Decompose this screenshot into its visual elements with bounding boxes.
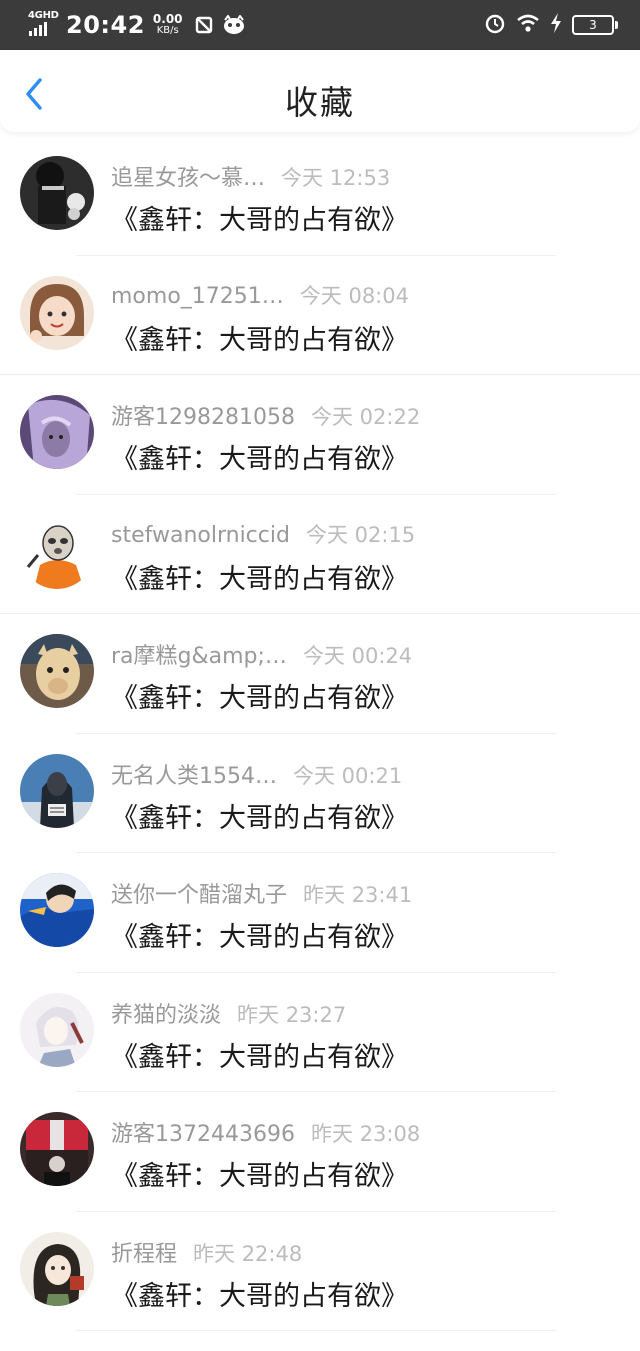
favorite-time: 今天 12:53 bbox=[281, 166, 391, 190]
user-name: 养猫的淡淡 bbox=[111, 1002, 222, 1028]
favorite-time: 昨天 23:08 bbox=[310, 1122, 421, 1146]
favorite-time: 今天 02:15 bbox=[305, 522, 416, 547]
user-name: momo_17251… bbox=[111, 283, 284, 309]
battery-icon: 3 bbox=[572, 15, 618, 35]
list-item[interactable]: 无名人类1554… 今天 00:21 《鑫轩：大哥的占有欲》 bbox=[0, 734, 640, 853]
book-title: 《鑫轩：大哥的占有欲》 bbox=[111, 1280, 408, 1312]
list-item[interactable]: 养猫的淡淡 昨天 23:27 《鑫轩：大哥的占有欲》 bbox=[0, 973, 640, 1092]
network-speed: 0.00 KB/s bbox=[152, 12, 183, 36]
list-item[interactable]: stefwanolrniccid 今天 02:15 《鑫轩：大哥的占有欲》 bbox=[0, 495, 640, 614]
favorite-meta: 折程程 昨天 22:48 bbox=[111, 1236, 302, 1268]
nav-header: 收藏 bbox=[0, 50, 640, 132]
favorite-time: 今天 08:04 bbox=[299, 283, 409, 308]
speed-value: 0.00 bbox=[152, 12, 183, 26]
divider bbox=[76, 1330, 556, 1331]
book-title: 《鑫轩：大哥的占有欲》 bbox=[111, 324, 408, 356]
charging-icon bbox=[550, 13, 562, 37]
avatar[interactable] bbox=[20, 634, 94, 708]
status-time: 20:42 bbox=[66, 11, 145, 39]
book-title: 《鑫轩：大哥的占有欲》 bbox=[111, 1041, 408, 1073]
user-name: ra摩糕g&amp;… bbox=[111, 644, 287, 669]
book-title: 《鑫轩：大哥的占有欲》 bbox=[111, 683, 408, 714]
favorite-meta: ra摩糕g&amp;… 今天 00:24 bbox=[111, 638, 412, 670]
favorite-time: 昨天 23:27 bbox=[237, 1002, 347, 1027]
signal-icon: 4GHD bbox=[28, 10, 59, 40]
status-bar-right: 3 bbox=[484, 10, 618, 40]
avatar[interactable] bbox=[20, 873, 94, 947]
list-item[interactable]: 追星女孩～慕… 今天 12:53 《鑫轩：大哥的占有欲》 bbox=[0, 136, 640, 256]
favorite-time: 今天 02:22 bbox=[310, 405, 421, 429]
user-name: 游客1298281058 bbox=[111, 405, 295, 430]
alarm-icon bbox=[484, 12, 506, 38]
book-title: 《鑫轩：大哥的占有欲》 bbox=[111, 444, 408, 475]
status-bar-left: 4GHD 20:42 0.00 KB/s bbox=[28, 8, 253, 42]
user-name: 追星女孩～慕… bbox=[111, 166, 266, 191]
favorites-list: 追星女孩～慕… 今天 12:53 《鑫轩：大哥的占有欲》 momo_17251…… bbox=[0, 136, 640, 1331]
avatar[interactable] bbox=[20, 1231, 94, 1306]
user-name: stefwanolrniccid bbox=[111, 522, 290, 548]
list-item[interactable]: momo_17251… 今天 08:04 《鑫轩：大哥的占有欲》 bbox=[0, 256, 640, 375]
list-item[interactable]: ra摩糕g&amp;… 今天 00:24 《鑫轩：大哥的占有欲》 bbox=[0, 614, 640, 734]
avatar[interactable] bbox=[20, 514, 94, 589]
user-name: 无名人类1554… bbox=[111, 763, 277, 789]
book-title: 《鑫轩：大哥的占有欲》 bbox=[111, 922, 408, 953]
page-title: 收藏 bbox=[285, 83, 355, 122]
list-item[interactable]: 折程程 昨天 22:48 《鑫轩：大哥的占有欲》 bbox=[0, 1212, 640, 1331]
favorite-time: 今天 00:21 bbox=[293, 763, 403, 788]
no-sim-icon bbox=[193, 14, 215, 36]
speed-unit: KB/s bbox=[156, 25, 179, 36]
avatar[interactable] bbox=[20, 753, 94, 828]
wifi-icon bbox=[516, 13, 540, 37]
favorite-meta: 送你一个醋溜丸子 昨天 23:41 bbox=[111, 877, 412, 909]
app-notification-icon bbox=[223, 14, 245, 36]
favorite-meta: 游客1372443696 昨天 23:08 bbox=[111, 1116, 420, 1148]
favorite-meta: 养猫的淡淡 昨天 23:27 bbox=[111, 997, 346, 1029]
favorite-meta: 无名人类1554… 今天 00:21 bbox=[111, 758, 402, 790]
favorite-time: 昨天 23:41 bbox=[303, 883, 413, 907]
favorite-time: 昨天 22:48 bbox=[193, 1241, 303, 1266]
favorite-meta: momo_17251… 今天 08:04 bbox=[111, 280, 409, 310]
book-title: 《鑫轩：大哥的占有欲》 bbox=[111, 1161, 408, 1192]
favorite-meta: stefwanolrniccid 今天 02:15 bbox=[111, 519, 415, 549]
list-item[interactable]: 游客1372443696 昨天 23:08 《鑫轩：大哥的占有欲》 bbox=[0, 1092, 640, 1212]
avatar[interactable] bbox=[20, 395, 94, 469]
list-item[interactable]: 游客1298281058 今天 02:22 《鑫轩：大哥的占有欲》 bbox=[0, 375, 640, 495]
avatar[interactable] bbox=[20, 992, 94, 1067]
user-name: 送你一个醋溜丸子 bbox=[111, 883, 288, 908]
avatar[interactable] bbox=[20, 275, 94, 350]
book-title: 《鑫轩：大哥的占有欲》 bbox=[111, 205, 408, 236]
book-title: 《鑫轩：大哥的占有欲》 bbox=[111, 563, 408, 595]
user-name: 折程程 bbox=[111, 1241, 178, 1267]
avatar[interactable] bbox=[20, 156, 94, 230]
avatar[interactable] bbox=[20, 1112, 94, 1186]
favorite-meta: 追星女孩～慕… 今天 12:53 bbox=[111, 160, 390, 192]
book-title: 《鑫轩：大哥的占有欲》 bbox=[111, 802, 408, 834]
list-item[interactable]: 送你一个醋溜丸子 昨天 23:41 《鑫轩：大哥的占有欲》 bbox=[0, 853, 640, 973]
status-bar: 4GHD 20:42 0.00 KB/s 3 bbox=[0, 0, 640, 50]
favorite-time: 今天 00:24 bbox=[302, 644, 413, 668]
user-name: 游客1372443696 bbox=[111, 1122, 295, 1147]
favorite-meta: 游客1298281058 今天 02:22 bbox=[111, 399, 420, 431]
network-type: 4GHD bbox=[28, 10, 59, 21]
